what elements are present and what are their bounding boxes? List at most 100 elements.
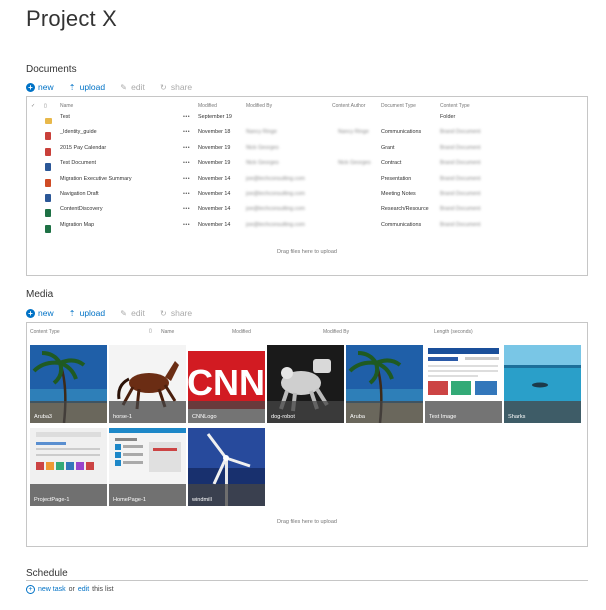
row-modified-by[interactable]: joe@techconsulting.com [246,191,305,197]
row-content-type: Brand Document [440,144,481,151]
row-modified: November 19 [198,144,231,151]
ellipsis-icon[interactable]: ••• [183,145,190,151]
table-row[interactable]: ContentDiscovery ••• November 14 joe@techco… [27,206,587,221]
check-icon[interactable]: ✓ [31,103,35,109]
plus-icon: + [26,82,35,92]
media-new-button[interactable]: + new [26,308,54,318]
column-modified[interactable]: Modified [198,103,217,109]
row-author: Nancy Ringe [338,129,369,136]
table-row[interactable]: Test Document ••• November 19 Nick Georges N… [27,160,587,175]
media-upload-button[interactable]: ⇡ upload [68,308,105,318]
column-length[interactable]: Length (seconds) [434,329,473,335]
pencil-icon: ✎ [120,82,127,92]
edit-list-link[interactable]: edit [78,586,89,593]
media-tile[interactable]: CNN CNNLogo [188,345,265,423]
column-name[interactable]: Name [60,103,73,109]
documents-share-button[interactable]: ↻ share [159,82,192,92]
column-name[interactable]: Name [161,329,174,335]
table-row[interactable]: 2015 Pay Calendar ••• November 19 Nick Geor… [27,145,587,160]
column-document-type[interactable]: Document Type [381,103,416,109]
row-document-type: Meeting Notes [381,191,416,197]
excel-file-icon [45,209,51,218]
schedule-title[interactable]: Schedule [26,568,68,579]
documents-title[interactable]: Documents [26,64,77,75]
table-row[interactable]: Migration Executive Summary ••• November 1… [27,176,587,191]
table-row[interactable]: _Identity_guide ••• November 18 Nancy Ringe… [27,129,587,144]
pdf-file-icon [45,132,51,141]
table-row[interactable]: Migration Map ••• November 14 joe@techconsu… [27,222,587,237]
svg-text:CNN: CNN [188,362,265,403]
schedule-divider [26,580,588,581]
new-task-link[interactable]: new task [38,586,66,593]
row-document-type: Research/Resource [381,206,429,213]
media-drag-hint: Drag files here to upload [277,519,337,525]
tile-caption: HomePage-1 [109,484,186,506]
media-toolbar: + new ⇡ upload ✎ edit ↻ share [26,308,192,318]
row-modified-by[interactable]: joe@techconsulting.com [246,206,305,212]
file-type-icon: ▯ [149,328,152,334]
media-tile[interactable]: Sharks [504,345,581,423]
row-name[interactable]: Test Document [60,160,96,166]
ellipsis-icon[interactable]: ••• [183,191,190,197]
ellipsis-icon[interactable]: ••• [183,206,190,212]
share-icon: ↻ [159,82,167,92]
documents-new-button[interactable]: + new [26,82,54,92]
ellipsis-icon[interactable]: ••• [183,129,190,135]
row-modified: November 18 [198,129,231,136]
media-tile[interactable]: windmill [188,428,265,506]
row-content-type: Brand Document [440,206,481,213]
or-text: or [68,586,75,593]
column-modified[interactable]: Modified [232,329,251,335]
column-content-type[interactable]: Content Type [30,329,60,335]
row-modified-by[interactable]: joe@techconsulting.com [246,176,305,182]
row-name[interactable]: Migration Executive Summary [60,176,132,182]
row-author: Nick Georges [338,160,371,167]
ellipsis-icon[interactable]: ••• [183,160,190,166]
row-name[interactable]: _Identity_guide [60,129,97,135]
row-name[interactable]: 2015 Pay Calendar [60,145,106,151]
media-tile[interactable]: Aruba [346,345,423,423]
row-modified-by[interactable]: Nick Georges [246,145,279,151]
row-name[interactable]: Test [60,114,70,120]
row-modified-by[interactable]: Nick Georges [246,160,279,166]
row-document-type: Contract [381,160,402,167]
column-modified-by[interactable]: Modified By [246,103,272,109]
tile-caption: Aruba3 [30,401,107,423]
page-title: Project X [26,6,118,31]
media-tile[interactable]: Test Image [425,345,502,423]
media-title[interactable]: Media [26,289,53,300]
row-name[interactable]: Migration Map [60,222,94,228]
plus-icon: + [26,308,35,318]
column-content-author[interactable]: Content Author [332,103,365,109]
plus-circle-icon[interactable]: + [26,585,35,594]
upload-icon: ⇡ [68,308,76,318]
media-tile[interactable]: ProjectPage-1 [30,428,107,506]
media-tile[interactable]: horse-1 [109,345,186,423]
tile-caption: windmill [188,484,265,506]
column-content-type[interactable]: Content Type [440,103,470,109]
schedule-actions: + new task or edit this list [26,585,114,594]
media-tile[interactable]: Aruba3 [30,345,107,423]
ellipsis-icon[interactable]: ••• [183,176,190,182]
tile-caption: Aruba [346,401,423,423]
ellipsis-icon[interactable]: ••• [183,222,190,228]
documents-upload-button[interactable]: ⇡ upload [68,82,105,92]
media-tile[interactable]: HomePage-1 [109,428,186,506]
row-name[interactable]: Navigation Draft [60,191,99,197]
folder-file-icon [45,118,52,124]
ellipsis-icon[interactable]: ••• [183,114,190,120]
row-modified-by[interactable]: Nancy Ringe [246,129,277,135]
row-modified-by[interactable]: joe@techconsulting.com [246,222,305,228]
table-row[interactable]: Test ••• September 19 Folder [27,114,587,129]
table-row[interactable]: Navigation Draft ••• November 14 joe@techco… [27,191,587,206]
row-name[interactable]: ContentDiscovery [60,206,103,212]
pdf-file-icon [45,147,51,156]
column-modified-by[interactable]: Modified By [323,329,349,335]
media-edit-button[interactable]: ✎ edit [119,308,145,318]
row-modified: November 14 [198,221,231,228]
row-content-type: Folder [440,114,456,120]
media-tile[interactable]: dog-robot [267,345,344,423]
documents-edit-button[interactable]: ✎ edit [119,82,145,92]
media-share-button[interactable]: ↻ share [159,308,192,318]
tile-caption: Test Image [425,401,502,423]
